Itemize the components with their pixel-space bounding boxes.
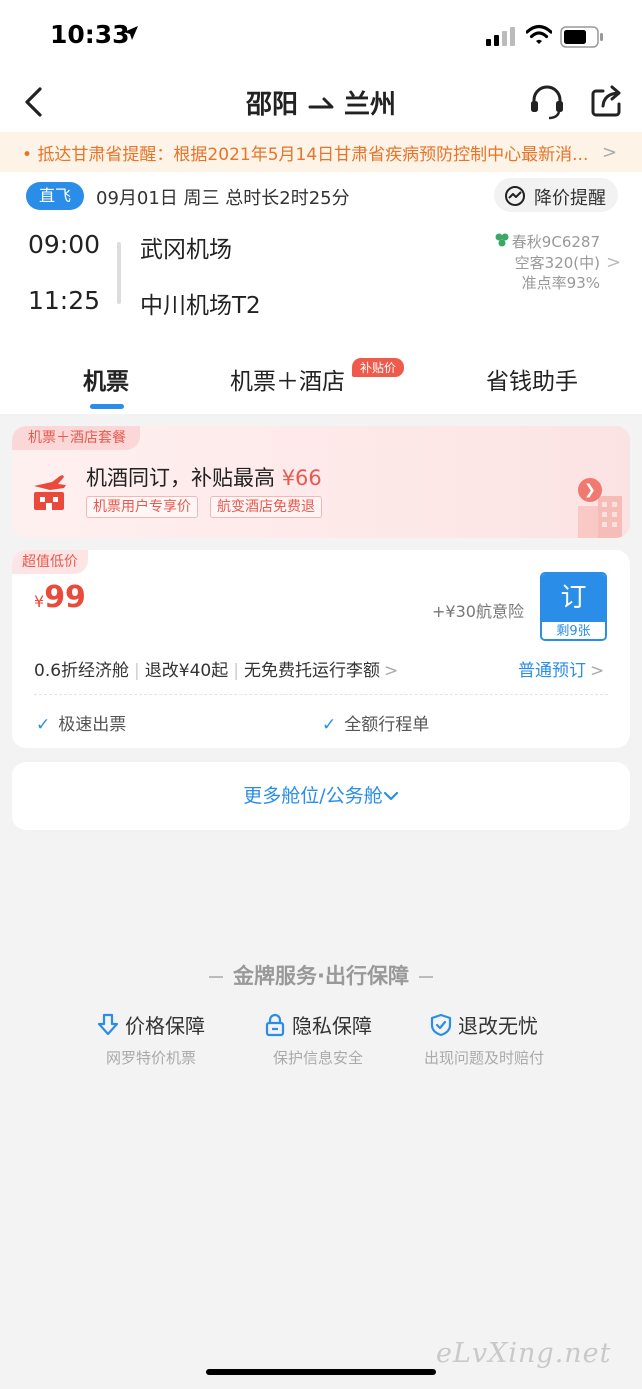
customer-service-icon[interactable] (528, 82, 566, 124)
guarantee-refund-subtitle: 出现问题及时赔付 (423, 1049, 544, 1067)
flight-date: 09月01日 周三 总时长2时25分 (96, 188, 350, 209)
package-tag: 机票＋酒店套餐 (12, 426, 140, 450)
package-chip: 航变酒店免费退 (210, 496, 322, 518)
tab-flight-hotel[interactable]: 机票＋酒店 (230, 362, 345, 396)
origin-city: 邵阳 (245, 90, 298, 120)
status-time: 10:33 (50, 20, 130, 49)
chevron-right-icon: > (590, 661, 605, 681)
fare-card: 超值低价 ¥99 +¥30航意险 订 剩9张 0.6折经济舱 | 退改¥40起 | 无免… (12, 550, 630, 748)
chevron-right-icon: > (602, 142, 618, 163)
cabin-class: 0.6折经济舱 (34, 661, 130, 681)
insurance-addon: +¥30航意险 (432, 602, 524, 621)
price-alert-button[interactable]: 降价提醒 (494, 178, 618, 212)
price-alert-label: 降价提醒 (534, 188, 606, 209)
change-fee: 退改¥40起 (144, 661, 229, 681)
package-card[interactable]: 机票＋酒店套餐 机酒同订，补贴最高 ¥66 机票用户专享价 航变酒店免费退 ❯ (12, 426, 630, 538)
arrival-airport: 中川机场T2 (140, 293, 261, 319)
divider (34, 694, 608, 695)
airline-flight-number: 春秋9C6287 (511, 233, 600, 251)
package-highlight: ¥66 (281, 466, 322, 490)
feature-full-itinerary: ✓ 全额行程单 (322, 715, 430, 735)
battery-icon (560, 26, 604, 52)
building-icon (572, 492, 630, 538)
chevron-right-icon: > (383, 661, 399, 681)
guarantee-title: 金牌服务·出行保障 (0, 960, 642, 990)
cellular-signal-icon (486, 26, 518, 50)
chevron-down-icon (383, 785, 399, 807)
nav-bar: 邵阳 兰州 (0, 72, 642, 132)
watermark: eLvXing.net (436, 1338, 612, 1369)
aircraft-type: 空客320(中) (514, 254, 600, 272)
guarantee-refund-title: 退改无忧 (458, 1014, 538, 1038)
airline-logo-icon (494, 232, 510, 253)
on-time-rate: 准点率93% (521, 274, 600, 292)
guarantee-price-subtitle: 网罗特价机票 (105, 1049, 196, 1067)
guarantee-privacy-subtitle: 保护信息安全 (272, 1049, 363, 1067)
tab-active-indicator (90, 404, 124, 409)
check-icon: ✓ (36, 715, 51, 735)
subsidy-badge: 补贴价 (352, 358, 405, 377)
more-cabins-button[interactable]: 更多舱位/公务舱 (12, 762, 630, 830)
book-button[interactable]: 订 剩9张 (540, 572, 607, 641)
departure-airport: 武冈机场 (140, 237, 232, 263)
check-icon: ✓ (322, 715, 337, 735)
package-go-icon[interactable]: ❯ (578, 478, 602, 502)
guarantee-refund: 退改无忧 出现问题及时赔付 (412, 1010, 556, 1068)
flight-hotel-icon (30, 472, 72, 516)
lock-icon (265, 1013, 285, 1037)
fare-rules[interactable]: 0.6折经济舱 | 退改¥40起 | 无免费托运行李额 > (34, 656, 398, 681)
package-chip: 机票用户专享价 (86, 496, 198, 518)
wifi-icon (525, 24, 553, 50)
notice-text: • 抵达甘肃省提醒：根据2021年5月14日甘肃省疾病预防控制中心最新消... (22, 145, 589, 165)
price-down-icon (97, 1013, 119, 1036)
chevron-right-icon: > (606, 252, 622, 273)
direct-badge: 直飞 (26, 182, 84, 210)
book-button-label: 订 (542, 574, 605, 622)
remaining-seats: 剩9张 (542, 622, 605, 639)
departure-time: 09:00 (28, 230, 101, 259)
baggage-allowance: 无免费托运行李额 (243, 661, 380, 681)
arrival-time: 11:25 (28, 286, 101, 315)
fare-price: ¥99 (34, 580, 86, 615)
timeline-divider (117, 242, 121, 304)
feature-fast-ticketing: ✓ 极速出票 (36, 715, 127, 735)
status-bar: 10:33 (0, 0, 642, 72)
price-trend-icon (504, 185, 526, 212)
guarantee-price: 价格保障 网罗特价机票 (92, 1010, 210, 1068)
notice-bar[interactable]: • 抵达甘肃省提醒：根据2021年5月14日甘肃省疾病预防控制中心最新消... … (0, 132, 642, 172)
share-icon[interactable] (590, 82, 624, 122)
guarantee-price-title: 价格保障 (125, 1014, 205, 1038)
location-arrow-icon (122, 24, 140, 46)
fare-tag: 超值低价 (12, 550, 88, 574)
normal-booking-link[interactable]: 普通预订 > (518, 656, 604, 681)
more-cabins-label: 更多舱位/公务舱 (243, 785, 383, 807)
route-arrow-icon (308, 90, 334, 120)
home-indicator[interactable] (206, 1369, 436, 1375)
package-title: 机酒同订，补贴最高 ¥66 (86, 466, 322, 490)
destination-city: 兰州 (344, 90, 397, 120)
shield-check-icon (430, 1013, 452, 1037)
tab-savings-assistant[interactable]: 省钱助手 (486, 362, 578, 396)
tab-flight[interactable]: 机票 (83, 362, 129, 396)
guarantee-privacy-title: 隐私保障 (292, 1014, 372, 1038)
airline-info[interactable]: 春秋9C6287 空客320(中) 准点率93% (494, 232, 600, 293)
guarantee-privacy: 隐私保障 保护信息安全 (256, 1010, 380, 1068)
tab-bar: 机票 机票＋酒店 补贴价 省钱助手 (0, 350, 642, 414)
